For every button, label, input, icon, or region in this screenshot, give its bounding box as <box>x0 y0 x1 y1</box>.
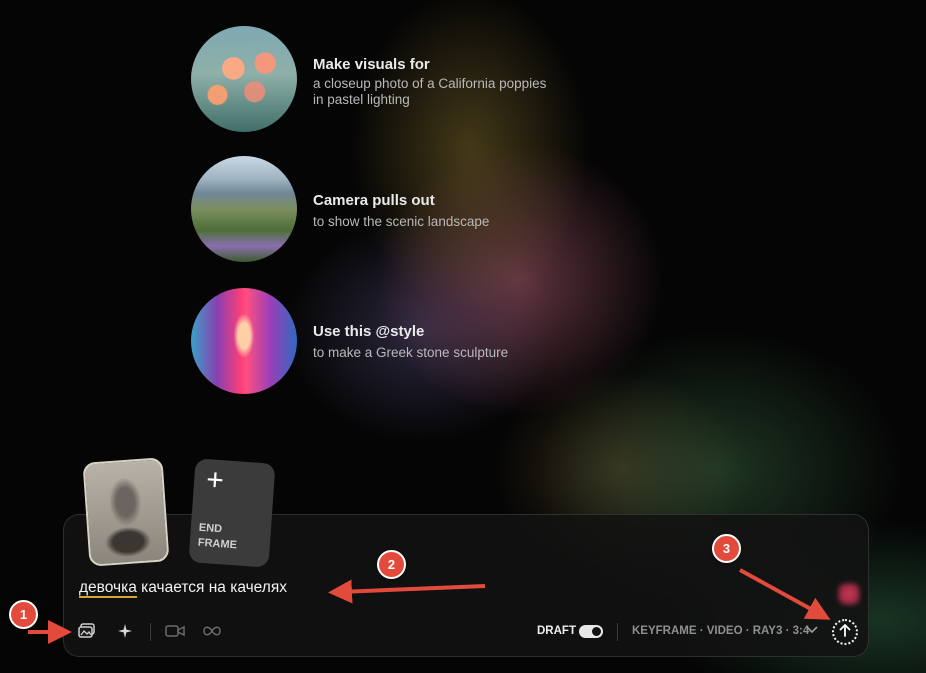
annotation-badge-3: 3 <box>712 534 741 563</box>
annotation-badge-2: 2 <box>377 550 406 579</box>
annotation-arrow-2 <box>328 579 486 604</box>
annotation-arrow-3 <box>739 568 831 620</box>
annotation-arrows <box>28 568 831 644</box>
annotation-badge-1: 1 <box>9 600 38 629</box>
